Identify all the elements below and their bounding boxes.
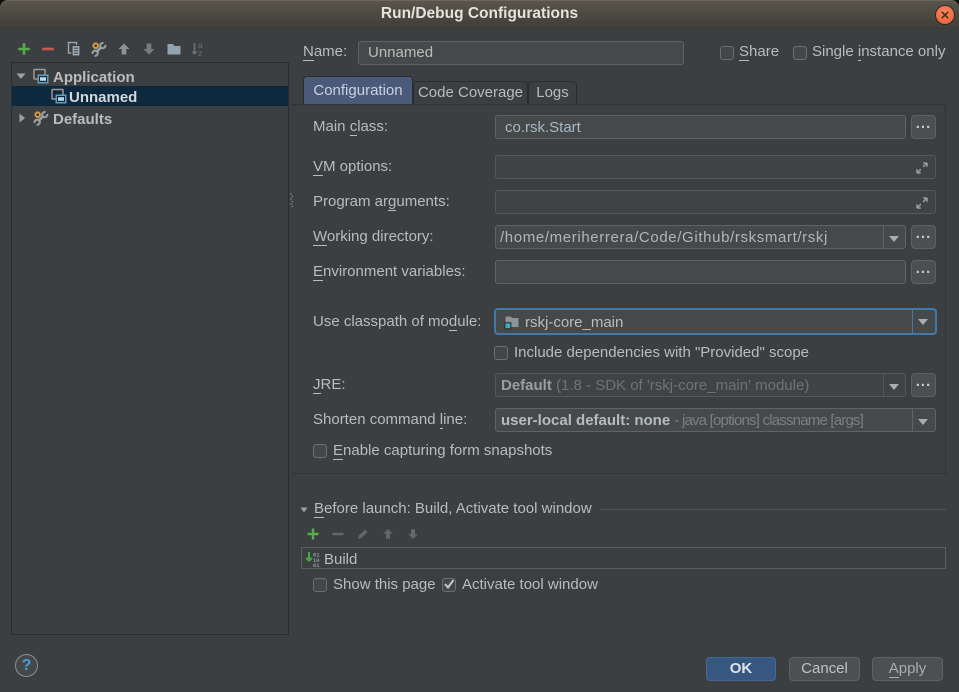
- svg-text:z: z: [198, 49, 202, 57]
- svg-text:01: 01: [313, 562, 320, 567]
